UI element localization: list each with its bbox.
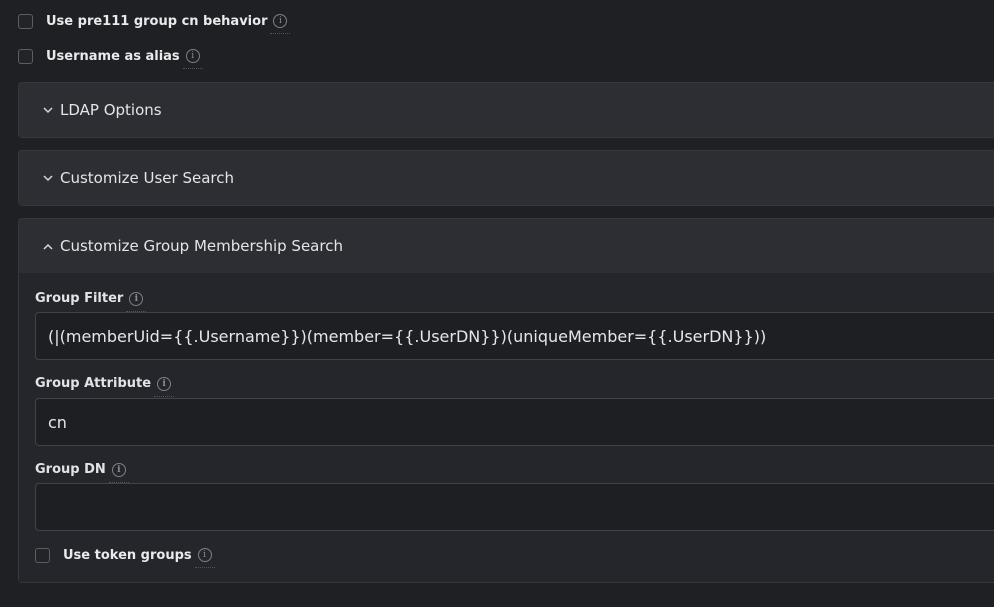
group-filter-label-text: Group Filter	[35, 291, 124, 306]
info-icon[interactable]: i	[154, 376, 175, 397]
user-search-header[interactable]: Customize User Search	[19, 151, 994, 205]
ldap-config-panel: Use pre111 group cn behavior i Username …	[0, 0, 994, 607]
group-filter-input[interactable]: (|(memberUid={{.Username}})(member={{.Us…	[35, 312, 994, 360]
group-dn-label: Group DN i	[35, 462, 129, 483]
info-icon[interactable]: i	[270, 14, 291, 34]
group-search-body: Group Filter i (|(memberUid={{.Username}…	[19, 273, 994, 582]
group-attribute-input[interactable]: cn	[35, 398, 994, 446]
group-dn-input[interactable]	[35, 483, 994, 531]
ldap-options-title: LDAP Options	[60, 101, 162, 119]
group-dn-label-text: Group DN	[35, 462, 106, 477]
group-search-header[interactable]: Customize Group Membership Search	[19, 219, 994, 273]
token-groups-option-row[interactable]: Use token groups i	[35, 545, 215, 568]
ldap-options-section: LDAP Options	[18, 82, 994, 138]
alias-option-row[interactable]: Username as alias i	[18, 46, 203, 69]
ldap-options-header[interactable]: LDAP Options	[19, 83, 994, 137]
pre111-option-row[interactable]: Use pre111 group cn behavior i	[18, 11, 291, 34]
group-attribute-label-text: Group Attribute	[35, 376, 152, 391]
group-search-title: Customize Group Membership Search	[60, 237, 343, 255]
chevron-up-icon	[41, 239, 55, 253]
token-groups-checkbox[interactable]	[35, 547, 50, 563]
group-filter-label: Group Filter i	[35, 291, 147, 312]
info-icon[interactable]: i	[194, 548, 215, 568]
chevron-down-icon	[41, 171, 55, 185]
chevron-down-icon	[41, 103, 55, 117]
user-search-title: Customize User Search	[60, 169, 234, 187]
group-attribute-label: Group Attribute i	[35, 376, 175, 397]
pre111-checkbox[interactable]	[18, 13, 33, 29]
info-icon[interactable]: i	[126, 291, 147, 312]
user-search-section: Customize User Search	[18, 150, 994, 206]
info-icon[interactable]: i	[108, 462, 129, 483]
alias-checkbox[interactable]	[18, 48, 33, 64]
alias-label: Username as alias	[46, 48, 180, 64]
token-groups-label: Use token groups	[63, 547, 192, 563]
info-icon[interactable]: i	[182, 49, 203, 69]
pre111-label: Use pre111 group cn behavior	[46, 13, 268, 29]
group-search-section: Customize Group Membership Search Group …	[18, 218, 994, 583]
